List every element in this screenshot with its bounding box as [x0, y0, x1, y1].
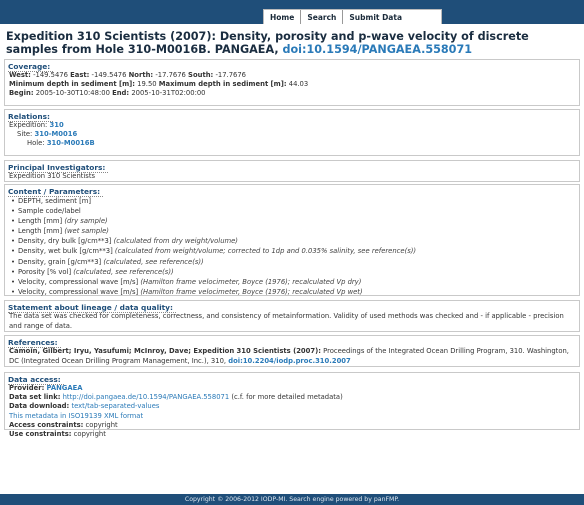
coverage-heading: Coverage: — [5, 60, 579, 72]
dataset-doi-link[interactable]: doi:10.1594/PANGAEA.558071 — [282, 43, 472, 56]
page-title: Expedition 310 Scientists (2007): Densit… — [6, 30, 580, 56]
parameter-item: Sample code/label — [11, 206, 579, 216]
reference-entry: Camoin, Gilbert; Iryu, Yasufumi; McInroy… — [9, 347, 569, 365]
parameter-item: Density, grain [g/cm**3] (calculated, se… — [11, 257, 579, 267]
parameters-section: Content / Parameters: DEPTH, sediment [m… — [4, 184, 580, 296]
download-link[interactable]: text/tab-separated-values — [71, 402, 159, 410]
iso-metadata-link[interactable]: This metadata in ISO19139 XML format — [9, 412, 143, 420]
reference-doi-link[interactable]: doi:10.2204/iodp.proc.310.2007 — [228, 357, 351, 365]
parameter-item: DEPTH, sediment [m] — [11, 196, 579, 206]
parameter-item: Length [mm] (dry sample) — [11, 216, 579, 226]
access-dataset-link: Data set link: http://doi.pangaea.de/10.… — [9, 393, 343, 402]
coverage-depth: Minimum depth in sediment [m]: 19.50 Max… — [9, 80, 309, 89]
references-heading: References: — [5, 336, 579, 348]
expedition-link[interactable]: 310 — [50, 121, 64, 129]
lineage-section: Statement about lineage / data quality: … — [4, 300, 580, 332]
coverage-time: Begin: 2005-10-30T10:48:00 End: 2005-10-… — [9, 89, 206, 98]
access-iso: This metadata in ISO19139 XML format — [5, 412, 579, 421]
access-constraints: Access constraints: copyright — [9, 420, 118, 429]
access-download: Data download: text/tab-separated-values — [9, 402, 160, 411]
footer: Copyright © 2006-2012 IODP-MI. Search en… — [0, 494, 584, 505]
top-navigation-bar: Home Search Submit Data — [0, 0, 584, 24]
relations-heading: Relations: — [5, 110, 579, 122]
data-access-heading: Data access: — [5, 373, 579, 385]
parameter-item: Density, wet bulk [g/cm**3] (calculated … — [11, 246, 579, 256]
nav-home-link[interactable]: Home — [264, 10, 302, 24]
relation-expedition: Expedition: 310 — [9, 121, 64, 129]
provider-link[interactable]: PANGAEA — [46, 384, 82, 392]
investigators-heading: Principal Investigators: — [5, 161, 579, 173]
investigators-value: Expedition 310 Scientists — [9, 172, 96, 180]
parameters-list: DEPTH, sediment [m] Sample code/label Le… — [5, 196, 579, 297]
lineage-heading: Statement about lineage / data quality: — [5, 301, 579, 313]
data-access-section: Data access: Provider: PANGAEA Data set … — [4, 372, 580, 438]
nav-search-link[interactable]: Search — [301, 10, 344, 24]
parameter-item: Porosity [% vol] (calculated, see refere… — [11, 267, 579, 277]
coverage-coordinates: West: -149.5476 East: -149.5476 North: -… — [9, 71, 246, 79]
access-provider: Provider: PANGAEA — [9, 384, 83, 392]
site-link[interactable]: 310-M0016 — [35, 130, 78, 138]
use-constraints: Use constraints: copyright — [9, 430, 106, 439]
nav-menu: Home Search Submit Data — [263, 9, 443, 24]
relation-hole: Hole: 310-M0016B — [27, 139, 95, 148]
page: Home Search Submit Data Expedition 310 S… — [0, 0, 584, 505]
coverage-section: Coverage: West: -149.5476 East: -149.547… — [4, 59, 580, 106]
parameter-item: Length [mm] (wet sample) — [11, 226, 579, 236]
parameter-item: Velocity, compressional wave [m/s] (Hami… — [11, 287, 579, 297]
parameter-item: Velocity, compressional wave [m/s] (Hami… — [11, 277, 579, 287]
hole-link[interactable]: 310-M0016B — [47, 139, 95, 147]
references-section: References: Camoin, Gilbert; Iryu, Yasuf… — [4, 335, 580, 367]
investigators-section: Principal Investigators: Expedition 310 … — [4, 160, 580, 182]
nav-submit-data-link[interactable]: Submit Data — [343, 10, 441, 24]
lineage-text: The data set was checked for completenes… — [9, 312, 564, 330]
parameters-heading: Content / Parameters: — [5, 185, 579, 197]
relation-site: Site: 310-M0016 — [17, 130, 78, 139]
relations-section: Relations: Expedition: 310 Site: 310-M00… — [4, 109, 580, 156]
dataset-link[interactable]: http://doi.pangaea.de/10.1594/PANGAEA.55… — [63, 393, 230, 401]
parameter-item: Density, dry bulk [g/cm**3] (calculated … — [11, 236, 579, 246]
